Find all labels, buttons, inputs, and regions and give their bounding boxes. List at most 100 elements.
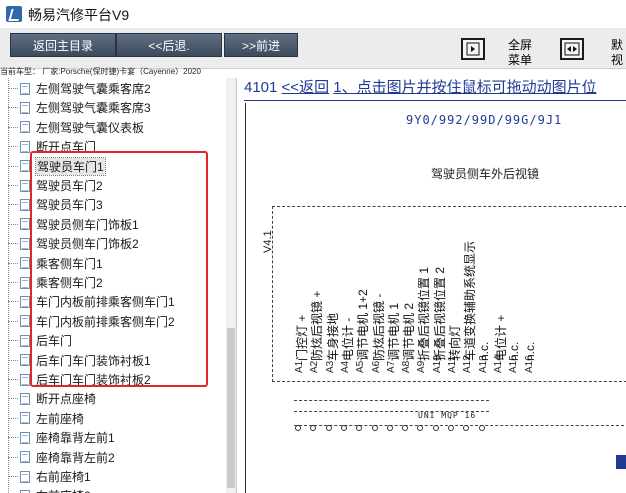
- document-icon: [20, 121, 30, 134]
- pin-label: A5: [355, 360, 367, 373]
- diagram-code: 9Y0/992/99D/99G/9J1: [406, 113, 563, 127]
- tree-connector: [8, 185, 18, 186]
- document-icon: [20, 334, 30, 347]
- toolbar: 返回主目录 <<后退. >>前进 全屏 菜单 默 视: [0, 28, 626, 69]
- document-icon: [20, 198, 30, 211]
- default-label-line2: 视: [610, 53, 623, 67]
- document-icon: [20, 412, 30, 425]
- tree-connector: [8, 126, 18, 128]
- pin-label: A7: [385, 360, 397, 373]
- tree-connector: [8, 359, 18, 361]
- vehicle-info: 当前车型： 厂家:Porsche(保时捷)卡宴（Cayenne）2020: [0, 67, 201, 76]
- tree-item-label: 座椅靠背左前2: [36, 450, 115, 465]
- document-icon: [20, 392, 30, 405]
- tree-connector: [8, 223, 18, 225]
- pin-label: A9: [416, 360, 428, 373]
- app-title: 畅易汽修平台V9: [28, 7, 130, 23]
- document-icon: [20, 276, 30, 289]
- tree-item-label: 左前座椅: [36, 411, 85, 426]
- tree-item-label: 右前座椅2: [36, 487, 91, 493]
- tree-scrollbar[interactable]: [226, 78, 236, 493]
- tree-item-label: 左侧驾驶气囊乘客席2: [36, 82, 151, 96]
- pin-label: A3: [324, 360, 336, 373]
- tree-item[interactable]: 断开点座椅: [8, 389, 226, 408]
- tree-item-label: 断开点座椅: [36, 392, 97, 407]
- app-logo-icon: [6, 6, 22, 22]
- fullscreen-menu-label[interactable]: 全屏 菜单: [502, 38, 538, 68]
- pin-function-label: 调节电机 1+2: [356, 289, 371, 361]
- document-icon: [20, 140, 30, 153]
- pin-label: A2: [309, 360, 321, 373]
- pin-label: A6: [370, 360, 382, 373]
- pin-terminal: [356, 425, 363, 431]
- default-view-button[interactable]: [560, 38, 584, 60]
- tree-item[interactable]: 左侧驾驶气囊仪表板: [8, 118, 226, 137]
- document-icon: [20, 160, 30, 173]
- document-icon: [20, 257, 30, 270]
- tree-connector: [8, 417, 18, 419]
- tree-connector: [8, 476, 18, 477]
- fullscreen-label-line1: 全屏: [507, 38, 532, 52]
- pin-function-label: n.c.: [507, 341, 522, 361]
- tree-connector: [8, 88, 18, 89]
- pin-terminal: [463, 425, 470, 431]
- title-bar: 畅易汽修平台V9: [0, 0, 626, 29]
- tree-connector: [8, 165, 18, 167]
- tree-connector: [8, 282, 18, 283]
- fullscreen-button[interactable]: [461, 38, 485, 60]
- pin-label: A4: [339, 360, 351, 373]
- document-icon: [20, 218, 30, 231]
- instruction-text: 1、点击图片并按住鼠标可拖动动图片位: [333, 79, 597, 96]
- tree-item[interactable]: 左侧驾驶气囊乘客席2: [8, 79, 226, 98]
- tree-item[interactable]: 左侧驾驶气囊乘客席3: [8, 98, 226, 117]
- tree-connector: [8, 243, 18, 245]
- tree-item-label: 右前座椅1: [36, 470, 91, 484]
- back-link[interactable]: <<返回: [282, 79, 330, 96]
- tree-item[interactable]: 座椅靠背左前2: [8, 448, 226, 467]
- document-icon: [20, 354, 30, 367]
- pin-terminal: [448, 425, 454, 431]
- forward-button[interactable]: >>前进: [224, 33, 298, 57]
- home-button[interactable]: 返回主目录: [10, 33, 116, 57]
- tree-item-label: 左侧驾驶气囊乘客席3: [36, 101, 151, 116]
- pin-label: A1: [294, 360, 305, 373]
- pin-terminal: [371, 425, 378, 431]
- pin-label: A8: [401, 360, 413, 373]
- pin-terminal: [340, 425, 347, 431]
- tree-connector: [8, 107, 18, 109]
- pin-terminal: [402, 425, 409, 431]
- pin-function-label: 折叠后视镜位置 1: [417, 266, 432, 361]
- pin-function-label: 车道变换辅助系统显示: [463, 240, 478, 361]
- pin-function-label: 防炫后视镜 -: [371, 293, 386, 361]
- document-icon: [20, 431, 30, 444]
- pin-terminal: [478, 425, 485, 431]
- pin-function-label: n.c.: [476, 341, 491, 361]
- fullscreen-label-line2: 菜单: [507, 53, 532, 67]
- tree-item[interactable]: 左前座椅: [8, 409, 226, 428]
- tree-connector: [8, 340, 18, 342]
- pin-terminal: [432, 425, 439, 431]
- document-icon: [20, 470, 30, 483]
- tree-item[interactable]: 右前座椅1: [8, 467, 226, 486]
- connector-ref: V4.1: [262, 230, 274, 253]
- pin-terminal: [386, 425, 393, 431]
- highlight-box: [30, 151, 208, 387]
- tree-item-label: 左侧驾驶气囊仪表板: [36, 120, 145, 135]
- corner-marker-icon: [616, 455, 626, 469]
- default-view-label[interactable]: 默 视: [607, 38, 626, 68]
- tree-item[interactable]: 座椅靠背左前1: [8, 428, 226, 447]
- tree-item[interactable]: 右前座椅2: [8, 486, 226, 493]
- split-view-icon: [564, 42, 580, 56]
- tree-connector: [8, 437, 18, 439]
- back-button[interactable]: <<后退.: [116, 33, 222, 57]
- diagram-title: 驾驶员侧车外后视镜: [431, 167, 540, 181]
- connector-name: UNI MQP 16: [418, 411, 477, 420]
- tree-scroll-thumb[interactable]: [227, 328, 235, 488]
- pin-terminal: [417, 425, 424, 431]
- document-icon: [20, 82, 30, 95]
- tree-connector: [8, 398, 18, 400]
- diagram-panel: 4101 <<返回 1、点击图片并按住鼠标可拖动动图片位 9Y0/992/99D…: [240, 78, 626, 493]
- page-number: 4101: [244, 79, 278, 96]
- wiring-diagram[interactable]: 9Y0/992/99D/99G/9J1 驾驶员侧车外后视镜 V4.1 UNI M…: [245, 103, 626, 493]
- document-icon: [20, 237, 30, 250]
